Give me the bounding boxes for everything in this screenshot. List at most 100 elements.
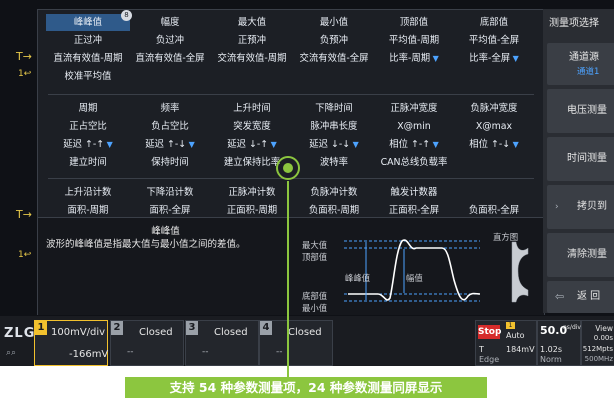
measurement-item[interactable]: 正预冲 [210, 32, 294, 49]
dropdown-arrow-icon[interactable]: ▼ [186, 140, 195, 149]
measurement-item-label: 正脉冲计数 [228, 187, 276, 198]
zoom-icon[interactable]: ⌕⌕ [6, 348, 16, 358]
measurement-item[interactable]: 上升沿计数 [46, 184, 130, 201]
measurement-item[interactable]: 负预冲 [292, 32, 376, 49]
measurement-item[interactable]: CAN总线负载率 [372, 154, 456, 171]
copy-to-label: 拷贝到 [577, 201, 607, 212]
measurement-item[interactable]: 幅度 [128, 14, 212, 31]
timebase-panel[interactable]: 50.0 ns/div 1.02s Norm [537, 320, 581, 366]
measurement-item-label: 建立保持比率 [223, 157, 281, 168]
measurement-item[interactable]: 平均值-周期 [372, 32, 456, 49]
description-text: 波形的峰峰值是指最大值与最小值之间的差值。 [46, 239, 246, 250]
measurement-item[interactable]: 平均值-全屏 [452, 32, 536, 49]
ch1-offset-marker-2[interactable]: 1↩ [18, 250, 31, 260]
measurement-item-label: 相位 ↑-↓ [469, 139, 511, 150]
voltage-measure-button[interactable]: 电压测量 [547, 89, 614, 133]
measurement-item-label: CAN总线负载率 [380, 157, 448, 168]
measurement-item[interactable]: 顶部值 [372, 14, 456, 31]
measurement-item[interactable]: 负脉冲宽度 [452, 100, 536, 117]
trigger-panel[interactable]: Stop 1 Auto T 184mV Edge [475, 320, 537, 366]
dropdown-arrow-icon[interactable]: ▼ [350, 140, 359, 149]
measurement-item[interactable]: 周期 [46, 100, 130, 117]
time-measure-button[interactable]: 时间测量 [547, 137, 614, 181]
measurement-item[interactable]: 正脉冲计数 [210, 184, 294, 201]
measurement-item[interactable]: 下降沿计数 [128, 184, 212, 201]
ch1-offset-marker[interactable]: 1↩ [18, 69, 31, 79]
clear-measure-button[interactable]: 清除测量 [547, 233, 614, 277]
dropdown-arrow-icon[interactable]: ▼ [430, 140, 439, 149]
measurement-item[interactable]: 下降时间 [292, 100, 376, 117]
trigger-level-marker-2[interactable]: T→ [16, 208, 32, 221]
trigger-type: Edge [479, 355, 500, 364]
description-box: 峰峰值 波形的峰峰值是指最大值与最小值之间的差值。 最大值 顶部值 底部值 最小… [38, 217, 544, 315]
measurement-item[interactable]: 正过冲 [46, 32, 130, 49]
dropdown-arrow-icon[interactable]: ▼ [510, 54, 519, 63]
measurement-item[interactable]: 底部值 [452, 14, 536, 31]
measurement-item[interactable]: 突发宽度 [210, 118, 294, 135]
measurement-item[interactable]: 比率-全屏 ▼ [452, 50, 536, 67]
measurement-item[interactable]: 负脉冲计数 [292, 184, 376, 201]
measurement-item[interactable]: 比率-周期 ▼ [372, 50, 456, 67]
measurement-item-label: 延迟 ↑-↑ [63, 139, 105, 150]
measurement-item[interactable]: X@max [452, 118, 536, 135]
measurement-item[interactable]: 正占空比 [46, 118, 130, 135]
channel-4-panel[interactable]: 4 Closed -- [259, 320, 333, 366]
measurement-item[interactable]: 正脉冲宽度 [372, 100, 456, 117]
touch-cursor-icon [276, 156, 300, 180]
trigger-level-marker[interactable]: T→ [16, 50, 32, 63]
measurement-item-label: 校准平均值 [64, 71, 112, 82]
measurement-item[interactable]: 延迟 ↓-↑ ▼ [210, 136, 294, 153]
measurement-item[interactable]: 延迟 ↑-↓ ▼ [128, 136, 212, 153]
measurement-item-label: 脉冲串长度 [310, 121, 358, 132]
channel-1-panel[interactable]: 1 100mV/div -166mV [34, 320, 108, 366]
measurement-item[interactable]: 频率 [128, 100, 212, 117]
measurement-item-label: 直流有效值-全屏 [135, 53, 205, 64]
measurement-item[interactable]: 触发计数器 [372, 184, 456, 201]
channel-1-scale: 100mV/div [51, 327, 106, 338]
measurement-item[interactable]: 交流有效值-全屏 [292, 50, 376, 67]
measurement-item-label: 平均值-周期 [388, 35, 440, 46]
source-channel-button[interactable]: 通道源 通道1 [547, 43, 614, 85]
dropdown-arrow-icon[interactable]: ▼ [104, 140, 113, 149]
measurement-item[interactable]: 建立时间 [46, 154, 130, 171]
measurement-item[interactable]: 相位 ↑-↓ ▼ [452, 136, 536, 153]
trigger-level: 184mV [506, 345, 535, 354]
measurement-item[interactable]: 上升时间 [210, 100, 294, 117]
measurement-row: 直流有效值-周期 直流有效值-全屏 交流有效值-周期 交流有效值-全屏 比率-周期 ▼ 比… [38, 50, 544, 67]
measurement-item[interactable]: 直流有效值-周期 [46, 50, 130, 67]
measurement-item[interactable]: 峰峰值 8 [46, 10, 132, 31]
back-button[interactable]: ⇦ 返 回 [547, 281, 614, 313]
measurement-item-label: 交流有效值-全屏 [299, 53, 369, 64]
channel-1-offset: -166mV [69, 349, 109, 360]
dropdown-arrow-icon[interactable]: ▼ [430, 54, 439, 63]
channel-3-panel[interactable]: 3 Closed -- [185, 320, 259, 366]
measurement-item-label: 上升沿计数 [64, 187, 112, 198]
channel-2-number: 2 [111, 321, 123, 335]
measurement-item-label: 上升时间 [233, 103, 271, 114]
run-stop-button[interactable]: Stop [478, 325, 501, 339]
copy-to-button[interactable]: › 拷贝到 [547, 185, 614, 229]
measurement-item[interactable]: X@min [372, 118, 456, 135]
measurement-item[interactable]: 脉冲串长度 [292, 118, 376, 135]
measurement-item[interactable]: 校准平均值 [46, 68, 130, 85]
measurement-item[interactable]: 延迟 ↑-↑ ▼ [46, 136, 130, 153]
measurement-item-label: 顶部值 [399, 17, 429, 28]
measurement-item[interactable]: 直流有效值-全屏 [128, 50, 212, 67]
measurement-item[interactable]: 延迟 ↓-↓ ▼ [292, 136, 376, 153]
measurement-item[interactable]: 最小值 [292, 14, 376, 31]
measurement-item[interactable]: 最大值 [210, 14, 294, 31]
trigger-mode: Auto [506, 331, 525, 340]
view-panel[interactable]: View 0.00s 512Mpts 500MHz [581, 320, 614, 366]
measurement-item[interactable]: 负过冲 [128, 32, 212, 49]
back-label: 返 回 [577, 291, 601, 302]
dropdown-arrow-icon[interactable]: ▼ [268, 140, 277, 149]
trigger-source-badge: 1 [506, 322, 515, 329]
dropdown-arrow-icon[interactable]: ▼ [510, 140, 519, 149]
channel-2-panel[interactable]: 2 Closed -- [110, 320, 184, 366]
measurement-item[interactable]: 波特率 [292, 154, 376, 171]
measurement-item-label: 比率-周期 [389, 53, 431, 64]
measurement-item[interactable]: 保持时间 [128, 154, 212, 171]
measurement-item[interactable]: 交流有效值-周期 [210, 50, 294, 67]
measurement-item[interactable]: 相位 ↑-↑ ▼ [372, 136, 456, 153]
measurement-item[interactable]: 负占空比 [128, 118, 212, 135]
